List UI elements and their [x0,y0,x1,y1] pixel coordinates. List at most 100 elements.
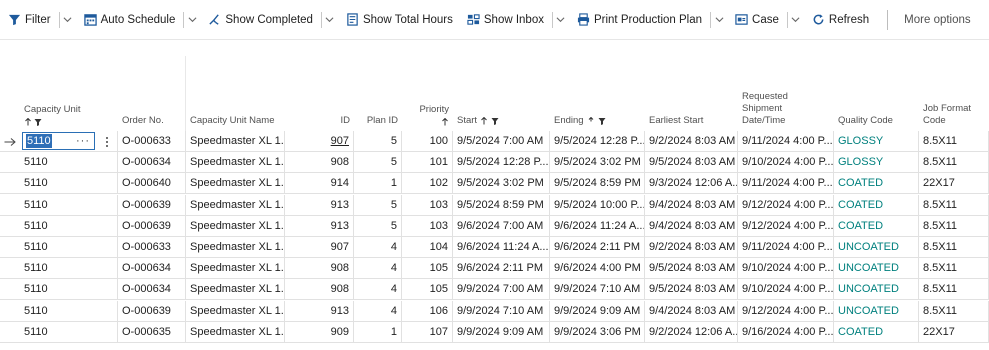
show-completed-dropdown[interactable] [322,0,338,40]
row-selector[interactable] [0,258,20,280]
start-cell: 9/6/2024 11:24 A... [453,237,550,258]
plan-id-cell-text: 5 [390,135,397,147]
show-inbox-button[interactable]: Show Inbox [459,0,550,40]
id-cell[interactable]: 914 [285,173,354,195]
earliest-start-cell: 9/3/2024 12:06 A... [645,173,738,195]
id-cell[interactable]: 913 [285,194,354,216]
id-cell[interactable]: 909 [285,321,354,343]
quality-code-link[interactable]: UNCOATED [834,237,919,258]
table-row[interactable]: 5110 O-000634 Speedmaster XL 1... 908 4 105 9/… [0,279,989,301]
row-selector[interactable] [0,279,20,301]
requested-shipment-cell-text: 9/11/2024 4:00 P... [742,241,833,253]
refresh-icon [813,14,824,25]
quality-code-link[interactable]: COATED [834,215,919,237]
id-cell[interactable]: 908 [285,258,354,280]
column-header-requested-shipment[interactable]: Requested Shipment Date/Time [738,40,834,131]
lookup-ellipsis[interactable]: ··· [76,133,90,149]
capacity-unit-cell[interactable]: 5110 [20,300,118,322]
quality-code-link[interactable]: GLOSSY [834,131,919,152]
table-row[interactable]: 5110 O-000634 Speedmaster XL 1... 908 5 101 9/… [0,152,989,174]
capacity-unit-cell[interactable]: 5110 [20,237,118,258]
column-header-order-no[interactable]: Order No. [118,40,186,131]
table-row[interactable]: 5110 O-000634 Speedmaster XL 1... 908 4 105 9/… [0,258,989,280]
print-production-plan-button[interactable]: Print Production Plan [569,0,708,40]
row-selector[interactable] [0,301,20,322]
column-header-plan-id[interactable]: Plan ID [354,40,402,131]
show-total-hours-button[interactable]: Show Total Hours [338,0,459,40]
table-row[interactable]: 5110 O-000639 Speedmaster XL 1... 913 5 103 9/… [0,215,989,237]
row-selector[interactable] [0,237,20,258]
column-header-earliest-start[interactable]: Earliest Start [645,40,738,131]
quality-code-link[interactable]: GLOSSY [834,152,919,174]
id-cell-text: 907 [330,241,349,253]
start-cell-text: 9/5/2024 3:02 PM [457,177,544,190]
total-hours-icon [347,13,358,26]
order-no-cell-text: O-000639 [122,304,171,317]
requested-shipment-cell: 9/10/2024 4:00 P... [738,279,834,301]
id-cell[interactable]: 907 [285,131,354,152]
column-label-job-format-l1: Job Format [923,103,972,114]
capacity-unit-name-cell: Speedmaster XL 1... [186,300,285,322]
capacity-unit-cell[interactable]: 5110 [20,279,118,301]
table-row[interactable]: 5110 O-000633 Speedmaster XL 1... 907 4 104 9/… [0,237,989,258]
capacity-unit-cell[interactable]: 5110 [20,194,118,216]
chevron-down-icon [188,17,197,23]
id-cell[interactable]: 908 [285,152,354,174]
sort-ascending-icon [481,117,487,125]
column-header-capacity-unit-name[interactable]: Capacity Unit Name [186,40,285,131]
quality-code-link[interactable]: UNCOATED [834,258,919,280]
capacity-unit-edit-field[interactable]: 5110 ··· [22,132,95,150]
column-header-ending[interactable]: Ending [550,40,645,131]
job-format-code-cell: 22X17 [919,321,989,343]
quality-code-link[interactable]: COATED [834,194,919,216]
row-selector[interactable] [0,152,20,174]
row-selector[interactable] [0,216,20,237]
case-button[interactable]: Case [727,0,785,40]
table-row[interactable]: 5110 O-000639 Speedmaster XL 1... 913 4 106 9/… [0,300,989,322]
capacity-unit-cell[interactable]: 5110 [20,215,118,237]
show-completed-button[interactable]: Show Completed [200,0,319,40]
row-selector[interactable] [0,322,20,343]
column-header-start[interactable]: Start [453,40,550,131]
column-header-quality-code[interactable]: Quality Code [834,40,919,131]
quality-code-link[interactable]: UNCOATED [834,279,919,301]
inbox-icon [467,14,480,25]
show-inbox-dropdown[interactable] [553,0,569,40]
auto-schedule-dropdown[interactable] [184,0,200,40]
id-cell[interactable]: 908 [285,279,354,301]
filter-button[interactable]: Filter [0,0,57,40]
job-format-code-cell-text: 8.5X11 [923,156,958,169]
auto-schedule-button[interactable]: Auto Schedule [76,0,182,40]
print-icon [577,13,590,26]
print-production-plan-dropdown[interactable] [711,0,727,40]
order-no-cell: O-000640 [118,173,186,195]
table-row[interactable]: O-000633 Speedmaster XL 1... 907 5 100 9/5/20… [0,131,989,152]
table-row[interactable]: 5110 O-000639 Speedmaster XL 1... 913 5 103 9/… [0,194,989,216]
id-cell-text: 913 [330,219,349,232]
id-cell[interactable]: 907 [285,237,354,258]
column-header-priority[interactable]: Priority [402,40,453,131]
capacity-unit-cell[interactable]: 5110 [20,321,118,343]
capacity-unit-cell[interactable]: 5110 [20,152,118,174]
id-cell[interactable]: 913 [285,300,354,322]
filter-dropdown[interactable] [60,0,76,40]
quality-code-link[interactable]: UNCOATED [834,300,919,322]
case-dropdown[interactable] [788,0,804,40]
row-selector[interactable] [0,173,20,195]
column-header-capacity-unit[interactable]: Capacity Unit [20,40,118,131]
more-options-button[interactable]: More options [896,0,976,40]
table-row[interactable]: 5110 O-000640 Speedmaster XL 1... 914 1 102 9/… [0,173,989,195]
capacity-unit-cell[interactable]: 5110 [20,173,118,195]
table-row[interactable]: 5110 O-000635 Speedmaster XL 1... 909 1 107 9/… [0,321,989,343]
order-no-cell: O-000633 [118,237,186,258]
quality-code-link[interactable]: COATED [834,173,919,195]
quality-code-link[interactable]: COATED [834,321,919,343]
column-header-id[interactable]: ID [285,40,354,131]
id-cell[interactable]: 913 [285,215,354,237]
refresh-button[interactable]: Refresh [804,0,875,40]
row-selector[interactable] [0,195,20,216]
row-actions-button[interactable] [96,131,118,152]
capacity-unit-cell[interactable]: 5110 [20,258,118,280]
column-header-job-format-code[interactable]: Job Format Code [919,40,989,131]
priority-cell-text: 104 [429,241,448,253]
